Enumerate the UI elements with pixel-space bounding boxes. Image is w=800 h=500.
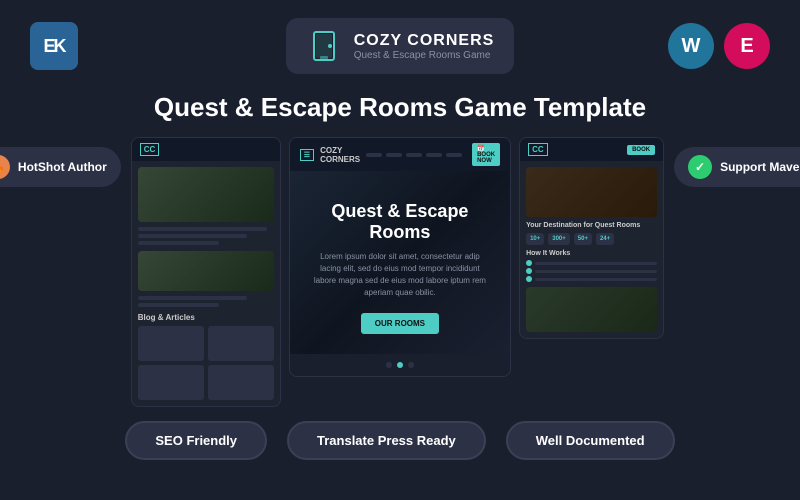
dot-3 <box>408 362 414 368</box>
text-line-4 <box>138 296 247 300</box>
door-icon <box>306 28 342 64</box>
screen-img-1 <box>138 167 274 222</box>
platform-logos: W E <box>668 23 770 69</box>
ek-logo-text: EK <box>43 36 64 57</box>
grid-item-1 <box>138 326 204 361</box>
center-nav-logo: ☰ <box>300 149 314 161</box>
screen-right-nav-logo: CC <box>528 143 548 156</box>
support-badge: ✓ Support Maverik <box>674 147 800 187</box>
screen-center-nav: ☰ COZY CORNERS 📅 BOOK NOW <box>290 138 510 171</box>
documented-label: Well Documented <box>536 433 645 448</box>
screen-right: CC BOOK Your Destination for Quest Rooms… <box>519 137 664 339</box>
how-works-title: How It Works <box>526 250 657 257</box>
right-img-1 <box>526 167 657 217</box>
seo-badge: SEO Friendly <box>125 421 267 460</box>
right-stats: 10+ 300+ 50+ 24+ <box>526 233 657 245</box>
seo-label: SEO Friendly <box>155 433 237 448</box>
header: EK COZY CORNERS Quest & Escape Rooms Gam… <box>0 0 800 84</box>
right-img-2 <box>526 287 657 332</box>
page-title: Quest & Escape Rooms Game Template <box>0 84 800 137</box>
nav-links <box>366 153 462 157</box>
screen-right-content: Your Destination for Quest Rooms 10+ 300… <box>520 161 663 338</box>
content-area: 🔥 HotShot Author CC <box>0 137 800 407</box>
screen-right-nav: CC BOOK <box>520 138 663 161</box>
stat-3: 50+ <box>574 233 592 245</box>
support-icon: ✓ <box>688 155 712 179</box>
grid-item-4 <box>208 365 274 400</box>
stat-4: 24+ <box>596 233 614 245</box>
stat-2: 300+ <box>548 233 570 245</box>
screen-img-2 <box>138 251 274 291</box>
wordpress-logo: W <box>668 23 714 69</box>
nav-book-btn[interactable]: 📅 BOOK NOW <box>472 143 500 166</box>
center-hero: Quest & Escape Rooms Lorem ipsum dolor s… <box>290 171 510 354</box>
documented-badge: Well Documented <box>506 421 675 460</box>
dot-1 <box>386 362 392 368</box>
grid-item-3 <box>138 365 204 400</box>
ek-logo: EK <box>30 22 78 70</box>
translate-label: Translate Press Ready <box>317 433 456 448</box>
translate-badge: Translate Press Ready <box>287 421 486 460</box>
screen-center: ☰ COZY CORNERS 📅 BOOK NOW Quest & Escape… <box>289 137 511 377</box>
center-nav-brand: COZY CORNERS <box>320 146 360 164</box>
bottom-badges: SEO Friendly Translate Press Ready Well … <box>0 407 800 460</box>
support-label: Support Maverik <box>720 160 800 174</box>
center-logo: COZY CORNERS Quest & Escape Rooms Game <box>286 18 515 74</box>
section-title: Blog & Articles <box>138 313 274 322</box>
screen-nav-logo: CC <box>140 143 160 156</box>
right-title: Your Destination for Quest Rooms <box>526 222 657 229</box>
how-works-lines <box>526 260 657 282</box>
hw-line-2 <box>526 268 657 274</box>
grid-item-2 <box>208 326 274 361</box>
text-line-3 <box>138 241 220 245</box>
hotshot-label: HotShot Author <box>18 160 107 174</box>
hero-desc: Lorem ipsum dolor sit amet, consectetur … <box>310 251 490 299</box>
hotshot-icon: 🔥 <box>0 155 10 179</box>
screen-text-lines <box>138 227 274 245</box>
text-line-5 <box>138 303 220 307</box>
hw-line-3 <box>526 276 657 282</box>
dot-2 <box>397 362 403 368</box>
text-line-2 <box>138 234 247 238</box>
screen-left-nav: CC <box>132 138 280 161</box>
right-nav-btn[interactable]: BOOK <box>627 145 655 155</box>
screen-grid <box>138 326 274 400</box>
stat-1: 10+ <box>526 233 544 245</box>
hw-line-1 <box>526 260 657 266</box>
hero-title: Quest & Escape Rooms <box>310 201 490 243</box>
hotshot-badge: 🔥 HotShot Author <box>0 147 121 187</box>
hero-btn[interactable]: OUR ROOMS <box>361 313 439 334</box>
screen-text-lines-2 <box>138 296 274 307</box>
center-logo-text: COZY CORNERS Quest & Escape Rooms Game <box>354 32 495 61</box>
screens-container: CC Blog & Articles <box>131 137 664 407</box>
elementor-logo: E <box>724 23 770 69</box>
hero-dots <box>290 354 510 376</box>
screen-left-content: Blog & Articles <box>132 161 280 406</box>
screen-left: CC Blog & Articles <box>131 137 281 407</box>
text-line-1 <box>138 227 267 231</box>
